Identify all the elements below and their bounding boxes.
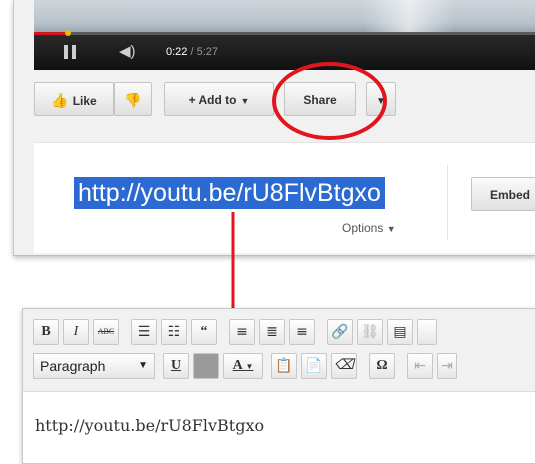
like-label: Like <box>72 94 97 108</box>
clear-formatting-icon[interactable]: ⌫ <box>331 353 357 379</box>
align-center-icon[interactable]: ≣ <box>259 319 285 345</box>
insert-link-icon[interactable]: 🔗 <box>327 319 353 345</box>
more-tools-icon[interactable] <box>417 319 437 345</box>
dislike-button[interactable]: 👎 <box>114 82 152 116</box>
format-caret-icon: ▼ <box>138 360 148 371</box>
bullet-list-icon[interactable]: ☰ <box>131 319 157 345</box>
strikethrough-icon[interactable]: ABC <box>93 319 119 345</box>
like-button[interactable]: 👍 Like <box>34 82 114 116</box>
options-link[interactable]: Options ▼ <box>342 221 396 235</box>
share-highlight-circle <box>272 62 387 140</box>
time-duration: 5:27 <box>196 46 219 58</box>
wordpress-editor: B I ABC ☰ ☷ “ ≡ ≣ ≡ 🔗 ⛓ ▤ Paragraph ▼ U A… <box>22 308 535 464</box>
embed-label: Embed <box>489 188 530 202</box>
pause-icon[interactable] <box>64 45 78 59</box>
underline-icon[interactable]: U <box>163 353 189 379</box>
progress-knob[interactable] <box>64 30 71 36</box>
paste-text-icon[interactable]: 📋 <box>271 353 297 379</box>
paste-word-icon[interactable]: 📄 <box>301 353 327 379</box>
embed-button[interactable]: Embed <box>471 177 535 211</box>
options-label: Options <box>342 221 384 235</box>
format-select[interactable]: Paragraph ▼ <box>33 353 155 379</box>
editor-content-area[interactable]: http://youtu.be/rU8FlvBtgxo <box>23 391 535 463</box>
format-select-value: Paragraph <box>40 358 106 374</box>
align-right-icon[interactable]: ≡ <box>289 319 315 345</box>
caret-down-icon: ▼ <box>240 96 250 106</box>
progress-bar[interactable] <box>34 30 535 36</box>
player-controls: ◀) 0:22 / 5:27 <box>34 30 535 70</box>
time-current: 0:22 <box>166 46 188 58</box>
bold-icon[interactable]: B <box>33 319 59 345</box>
align-left-icon[interactable]: ≡ <box>229 319 255 345</box>
outdent-icon[interactable]: ⇤ <box>407 353 433 379</box>
numbered-list-icon[interactable]: ☷ <box>161 319 187 345</box>
youtube-share-panel: ◀) 0:22 / 5:27 👍 Like 👎 + Add to ▼ Share ▼… <box>13 0 535 256</box>
italic-icon[interactable]: I <box>63 319 89 345</box>
text-color-icon[interactable]: A ▼ <box>223 353 263 379</box>
indent-icon[interactable]: ⇥ <box>437 353 457 379</box>
options-caret-icon: ▼ <box>386 224 396 234</box>
special-character-icon[interactable]: Ω <box>369 353 395 379</box>
text-color-caret-icon: ▼ <box>245 362 254 371</box>
video-highlight <box>364 0 454 32</box>
add-to-button[interactable]: + Add to ▼ <box>164 82 274 116</box>
video-frame[interactable] <box>34 0 535 32</box>
progress-fill <box>34 32 68 35</box>
time-display: 0:22 / 5:27 <box>166 46 218 58</box>
share-box: http://youtu.be/rU8FlvBtgxo Options ▼ Em… <box>34 142 535 253</box>
blockquote-icon[interactable]: “ <box>191 319 217 345</box>
volume-icon[interactable]: ◀) <box>119 42 136 60</box>
justify-icon[interactable] <box>193 353 219 379</box>
add-to-label: + Add to <box>188 93 237 107</box>
share-url-field[interactable]: http://youtu.be/rU8FlvBtgxo <box>74 177 385 209</box>
share-divider <box>447 165 448 240</box>
thumbs-down-icon: 👎 <box>124 92 142 108</box>
time-separator: / <box>187 46 197 58</box>
pasted-url-text: http://youtu.be/rU8FlvBtgxo <box>35 416 265 435</box>
thumbs-up-icon: 👍 <box>51 92 69 108</box>
unlink-icon[interactable]: ⛓ <box>357 319 383 345</box>
insert-more-icon[interactable]: ▤ <box>387 319 413 345</box>
